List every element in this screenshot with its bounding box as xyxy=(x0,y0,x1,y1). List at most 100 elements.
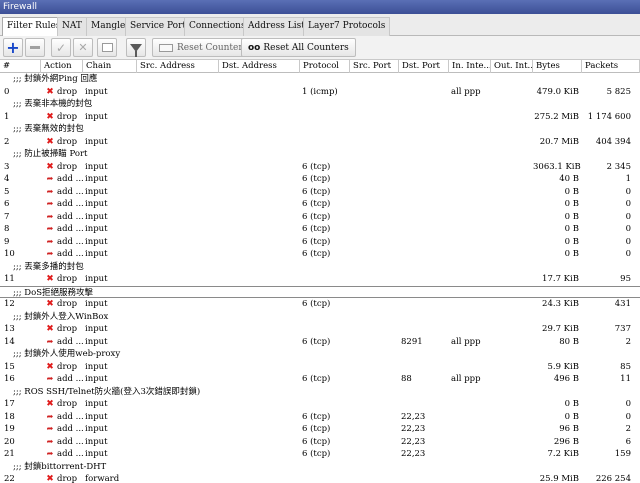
cell-protocol: 6 (tcp) xyxy=(302,161,331,172)
rule-comment: ;;; ROS SSH/Telnet防火牆(登入3次錯誤即封鎖) xyxy=(13,386,201,397)
drop-icon: ✖ xyxy=(46,299,54,309)
tab-connections[interactable]: Connections xyxy=(184,17,251,36)
reset-counters-button[interactable]: Reset Counters xyxy=(152,38,255,57)
comment-row[interactable]: ;;; 丟棄多播的封包 xyxy=(0,261,640,274)
cell-src-address xyxy=(137,361,219,374)
cell-src-port xyxy=(350,173,399,186)
filter-button[interactable] xyxy=(126,38,146,57)
column-header-dst-address[interactable]: Dst. Address xyxy=(219,60,300,73)
comment-row[interactable]: ;;; 封鎖外人登入WinBox xyxy=(0,311,640,324)
comment-icon xyxy=(101,43,113,52)
rule-row[interactable]: 20 ➦ add ... input 6 (tcp) 22,23 296 B 6 xyxy=(0,436,640,449)
column-header-bytes[interactable]: Bytes xyxy=(533,60,582,73)
disable-button[interactable]: ✕ xyxy=(73,38,93,57)
cell-packets: 0 xyxy=(625,249,631,259)
rule-row[interactable]: 12 ✖ drop input 6 (tcp) 24.3 KiB 431 xyxy=(0,298,640,311)
cell-packets: 95 xyxy=(620,274,631,284)
enable-button[interactable]: ✓ xyxy=(51,38,71,57)
comment-row[interactable]: ;;; 防止被掃瞄 Port xyxy=(0,148,640,161)
cell-dst-port: 22,23 xyxy=(401,424,426,434)
tab-filter-rules[interactable]: Filter Rules xyxy=(2,17,66,37)
cell-action: ✖ drop xyxy=(41,361,83,374)
cell-number: 3 xyxy=(4,161,10,172)
rule-row[interactable]: 10 ➦ add ... input 6 (tcp) 0 B 0 xyxy=(0,248,640,261)
rule-row[interactable]: 6 ➦ add ... input 6 (tcp) 0 B 0 xyxy=(0,198,640,211)
cell-protocol: 6 (tcp) xyxy=(302,424,331,434)
rule-row[interactable]: 0 ✖ drop input 1 (icmp) all ppp 479.0 KiB 5 825 xyxy=(0,86,640,99)
column-header-chain[interactable]: Chain xyxy=(83,60,137,73)
comment-row[interactable]: ;;; 丟棄無效的封包 xyxy=(0,123,640,136)
rule-row[interactable]: 7 ➦ add ... input 6 (tcp) 0 B 0 xyxy=(0,211,640,224)
rule-row[interactable]: 9 ➦ add ... input 6 (tcp) 0 B 0 xyxy=(0,236,640,249)
column-header-protocol[interactable]: Protocol xyxy=(300,60,350,73)
comment-row[interactable]: ;;; 封鎖bittorrent-DHT xyxy=(0,461,640,474)
column-header-src-port[interactable]: Src. Port xyxy=(350,60,399,73)
rule-row[interactable]: 16 ➦ add ... input 6 (tcp) 88 all ppp 496 B 11 xyxy=(0,373,640,386)
cell-src-port xyxy=(350,436,399,449)
comment-button[interactable] xyxy=(97,38,117,57)
cell-protocol: 6 (tcp) xyxy=(302,299,331,309)
cell-protocol: 6 (tcp) xyxy=(302,186,331,197)
rule-row[interactable]: 22 ✖ drop forward 25.9 MiB 226 254 xyxy=(0,473,640,483)
rule-row[interactable]: 14 ➦ add ... input 6 (tcp) 8291 all ppp 80 B 2 xyxy=(0,336,640,349)
cell-chain: input xyxy=(85,374,108,384)
remove-button[interactable] xyxy=(25,38,45,57)
comment-row[interactable]: ;;; 封鎖外網Ping 回應 xyxy=(0,73,640,86)
rule-row[interactable]: 15 ✖ drop input 5.9 KiB 85 xyxy=(0,361,640,374)
rule-row[interactable]: 19 ➦ add ... input 6 (tcp) 22,23 96 B 2 xyxy=(0,423,640,436)
cell-out-interface xyxy=(491,423,533,436)
column-header-in-interface[interactable]: In. Inte... xyxy=(449,60,491,73)
cell-src-port xyxy=(350,398,399,411)
rule-row[interactable]: 18 ➦ add ... input 6 (tcp) 22,23 0 B 0 xyxy=(0,411,640,424)
cell-dst-address xyxy=(219,236,300,249)
cell-bytes: 0 B xyxy=(564,411,579,422)
tab-layer7-protocols[interactable]: Layer7 Protocols xyxy=(303,17,391,36)
column-header-action[interactable]: Action xyxy=(41,60,83,73)
rule-row[interactable]: 11 ✖ drop input 17.7 KiB 95 xyxy=(0,273,640,286)
rule-row[interactable]: 21 ➦ add ... input 6 (tcp) 22,23 7.2 KiB 159 xyxy=(0,448,640,461)
column-header-packets[interactable]: Packets xyxy=(582,60,640,73)
rule-row[interactable]: 5 ➦ add ... input 6 (tcp) 0 B 0 xyxy=(0,186,640,199)
cell-action: ➦ add ... xyxy=(41,223,83,236)
cell-out-interface xyxy=(491,373,533,386)
cell-dst-address xyxy=(219,111,300,124)
action-label: add ... xyxy=(57,199,83,209)
column-header-out-interface[interactable]: Out. Int... xyxy=(491,60,533,73)
cell-src-address xyxy=(137,236,219,249)
action-label: add ... xyxy=(57,336,83,347)
cell-protocol: 6 (tcp) xyxy=(302,411,331,422)
cell-dst-address xyxy=(219,161,300,174)
comment-row[interactable]: ;;; DoS拒絕服務攻擊 xyxy=(0,285,640,298)
rule-row[interactable]: 2 ✖ drop input 20.7 MiB 404 394 xyxy=(0,136,640,149)
reset-all-counters-button[interactable]: oo Reset All Counters xyxy=(241,38,356,57)
comment-row[interactable]: ;;; 封鎖外人使用web-proxy xyxy=(0,348,640,361)
cell-dst-address xyxy=(219,423,300,436)
column-header-number[interactable]: # xyxy=(0,60,41,73)
tab-mangle[interactable]: Mangle xyxy=(86,17,131,36)
cell-out-interface xyxy=(491,86,533,99)
rule-row[interactable]: 13 ✖ drop input 29.7 KiB 737 xyxy=(0,323,640,336)
rule-comment: ;;; 丟棄無效的封包 xyxy=(13,124,84,134)
rule-comment: ;;; 封鎖外人使用web-proxy xyxy=(13,349,121,359)
cell-bytes: 5.9 KiB xyxy=(547,361,579,372)
column-header-dst-port[interactable]: Dst. Port xyxy=(399,60,449,73)
cell-src-address xyxy=(137,473,219,483)
cell-chain: forward xyxy=(85,474,120,483)
rule-comment: ;;; 封鎖bittorrent-DHT xyxy=(13,461,107,472)
rule-row[interactable]: 17 ✖ drop input 0 B0 xyxy=(0,398,640,411)
rule-row[interactable]: 3 ✖ drop input 6 (tcp) 3063.1 KiB 2 345 xyxy=(0,161,640,174)
column-header-src-address[interactable]: Src. Address xyxy=(137,60,219,73)
tab-nat[interactable]: NAT xyxy=(57,17,87,36)
add-to-list-icon: ➦ xyxy=(46,449,54,458)
rule-row[interactable]: 8 ➦ add ... input 6 (tcp) 0 B 0 xyxy=(0,223,640,236)
comment-row[interactable]: ;;; ROS SSH/Telnet防火牆(登入3次錯誤即封鎖) xyxy=(0,386,640,399)
cell-packets: 0 xyxy=(625,399,631,409)
cell-chain: input xyxy=(85,436,108,447)
add-button[interactable]: + xyxy=(3,38,23,57)
cell-in-interface xyxy=(449,361,491,374)
rule-row[interactable]: 4 ➦ add ... input 6 (tcp) 40 B 1 xyxy=(0,173,640,186)
cell-dst-address xyxy=(219,373,300,386)
cell-src-port xyxy=(350,186,399,199)
rule-row[interactable]: 1 ✖ drop input 275.2 MiB 1 174 600 xyxy=(0,111,640,124)
comment-row[interactable]: ;;; 丟棄非本機的封包 xyxy=(0,98,640,111)
